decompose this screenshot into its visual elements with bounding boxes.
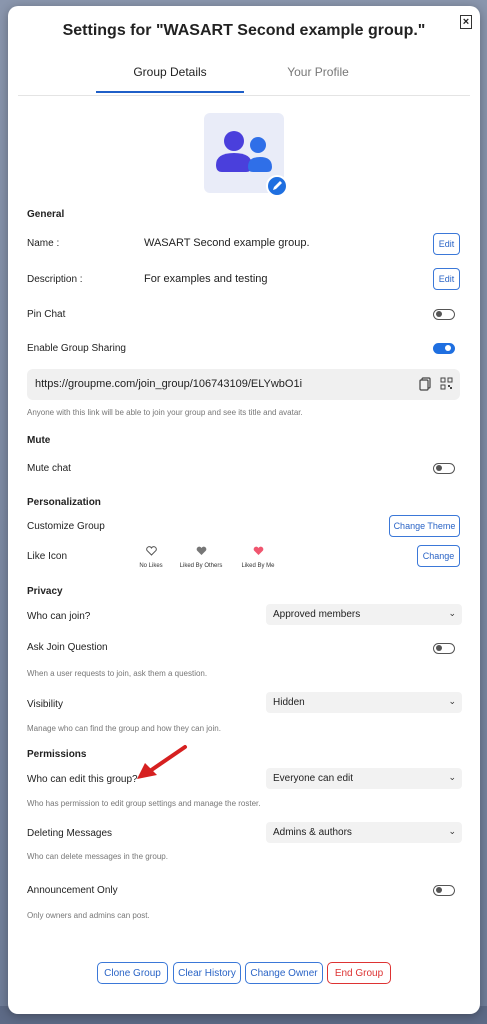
like-option-liked-by-others[interactable]: Liked By Others <box>176 543 226 569</box>
chevron-down-icon: ⌄ <box>448 826 456 836</box>
edit-name-button[interactable]: Edit <box>433 233 460 255</box>
announcement-only-toggle[interactable] <box>433 885 455 896</box>
copy-icon[interactable] <box>419 377 432 391</box>
toggle-knob <box>436 311 442 317</box>
name-label: Name : <box>27 238 60 249</box>
edit-description-button[interactable]: Edit <box>433 268 460 290</box>
description-value: For examples and testing <box>144 273 268 285</box>
visibility-select[interactable]: Hidden ⌄ <box>266 692 462 713</box>
ask-join-question-hint: When a user requests to join, ask them a… <box>27 669 208 678</box>
share-link-hint: Anyone with this link will be able to jo… <box>27 408 303 417</box>
heart-outline-icon <box>145 546 157 556</box>
announcement-only-hint: Only owners and admins can post. <box>27 911 150 920</box>
like-option-label: Liked By Others <box>179 563 223 569</box>
change-theme-button[interactable]: Change Theme <box>389 515 460 537</box>
who-can-edit-hint: Who has permission to edit group setting… <box>27 799 261 808</box>
change-owner-button[interactable]: Change Owner <box>245 962 323 984</box>
share-link-box: https://groupme.com/join_group/106743109… <box>27 369 460 400</box>
name-value: WASART Second example group. <box>144 237 310 249</box>
close-button[interactable]: × <box>460 15 472 29</box>
like-icon-label: Like Icon <box>27 551 68 562</box>
like-option-liked-by-me[interactable]: Liked By Me <box>233 543 283 569</box>
chevron-down-icon: ⌄ <box>448 696 456 706</box>
toggle-knob <box>445 345 451 351</box>
toggle-knob <box>436 645 442 651</box>
chevron-down-icon: ⌄ <box>448 772 456 782</box>
visibility-hint: Manage who can find the group and how th… <box>27 724 221 733</box>
end-group-button[interactable]: End Group <box>327 962 391 984</box>
section-general: General <box>27 209 65 220</box>
chevron-down-icon: ⌄ <box>448 608 456 618</box>
mute-chat-label: Mute chat <box>27 463 71 474</box>
toggle-knob <box>436 887 442 893</box>
group-sharing-label: Enable Group Sharing <box>27 343 126 354</box>
deleting-messages-hint: Who can delete messages in the group. <box>27 852 168 861</box>
edit-avatar-button[interactable] <box>266 175 288 197</box>
pin-chat-toggle[interactable] <box>433 309 455 320</box>
settings-modal: Settings for "WASART Second example grou… <box>8 6 480 1014</box>
share-link-text[interactable]: https://groupme.com/join_group/106743109… <box>35 378 302 390</box>
mute-chat-toggle[interactable] <box>433 463 455 474</box>
section-mute: Mute <box>27 435 51 446</box>
heart-gray-icon <box>196 546 206 555</box>
who-can-edit-value: Everyone can edit <box>273 773 354 784</box>
description-label: Description : <box>27 274 83 285</box>
section-privacy: Privacy <box>27 586 63 597</box>
tab-your-profile[interactable]: Your Profile <box>244 65 392 93</box>
clear-history-button[interactable]: Clear History <box>173 962 241 984</box>
section-permissions: Permissions <box>27 749 87 760</box>
who-can-edit-label: Who can edit this group? <box>27 774 138 785</box>
pin-chat-label: Pin Chat <box>27 309 66 320</box>
ask-join-question-label: Ask Join Question <box>27 642 108 653</box>
change-like-icon-button[interactable]: Change <box>417 545 460 567</box>
visibility-label: Visibility <box>27 699 63 710</box>
announcement-only-label: Announcement Only <box>27 885 118 896</box>
modal-title: Settings for "WASART Second example grou… <box>62 22 426 39</box>
who-can-edit-select[interactable]: Everyone can edit ⌄ <box>266 768 462 789</box>
who-can-join-value: Approved members <box>273 609 361 620</box>
heart-pink-icon <box>253 546 263 555</box>
deleting-messages-value: Admins & authors <box>273 827 352 838</box>
qr-code-icon[interactable] <box>440 377 453 391</box>
deleting-messages-label: Deleting Messages <box>27 828 113 839</box>
who-can-join-select[interactable]: Approved members ⌄ <box>266 604 462 625</box>
annotation-arrow-icon <box>137 745 187 779</box>
clone-group-button[interactable]: Clone Group <box>97 962 168 984</box>
who-can-join-label: Who can join? <box>27 611 91 622</box>
customize-group-label: Customize Group <box>27 521 105 532</box>
like-option-label: No Likes <box>139 563 163 569</box>
toggle-knob <box>436 465 442 471</box>
deleting-messages-select[interactable]: Admins & authors ⌄ <box>266 822 462 843</box>
tab-group-details[interactable]: Group Details <box>96 65 244 93</box>
like-option-no-likes[interactable]: No Likes <box>126 543 176 569</box>
pencil-icon <box>273 181 282 190</box>
ask-join-question-toggle[interactable] <box>433 643 455 654</box>
section-personalization: Personalization <box>27 497 101 508</box>
like-option-label: Liked By Me <box>241 563 275 569</box>
visibility-value: Hidden <box>273 697 305 708</box>
tab-divider <box>18 95 470 96</box>
group-sharing-toggle[interactable] <box>433 343 455 354</box>
